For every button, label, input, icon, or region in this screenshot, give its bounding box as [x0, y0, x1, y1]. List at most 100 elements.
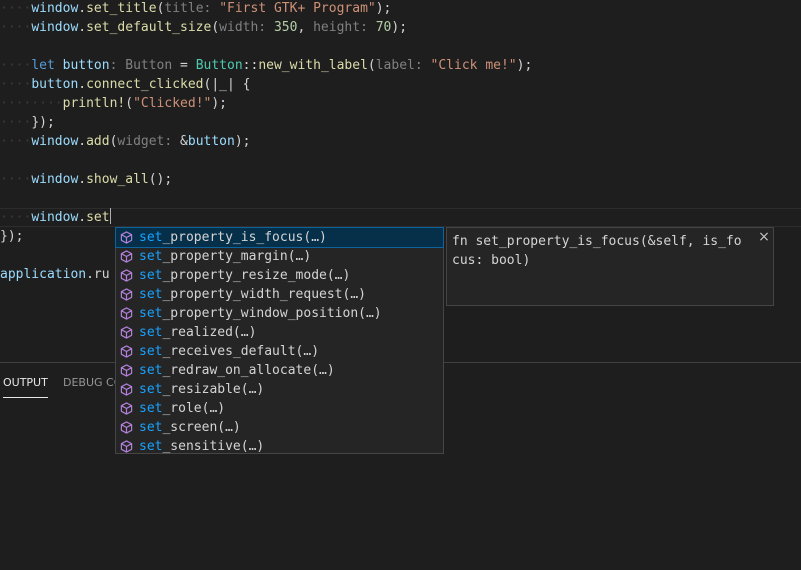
code-line: ····window.add(widget: &button);: [0, 134, 251, 149]
suggestion-match: set: [139, 401, 163, 416]
suggestion-label: set_resizable(…): [139, 380, 264, 399]
code-token: window: [31, 172, 79, 187]
code-token: .: [78, 77, 87, 92]
close-icon[interactable]: ×: [757, 228, 771, 246]
code-line: ········println!("Clicked!");: [0, 96, 228, 111]
suggestion-item[interactable]: set_property_window_position(…): [116, 304, 443, 323]
method-cube-icon: [120, 307, 133, 320]
suggestion-label: set_property_is_focus(…): [139, 228, 327, 247]
code-token: });: [0, 229, 24, 244]
code-token: 350: [273, 20, 298, 35]
parameter-hint: widget:: [117, 134, 181, 149]
suggestion-match: set: [139, 363, 163, 378]
suggestion-match: set: [139, 344, 163, 359]
code-token: button: [31, 77, 79, 92]
suggestion-match: set: [139, 439, 163, 454]
suggestion-item[interactable]: set_property_margin(…): [116, 247, 443, 266]
tab-output[interactable]: OUTPUT: [3, 373, 48, 398]
suggestion-rest: _property_window_position(…): [162, 306, 382, 321]
code-line: ····window.show_all();: [0, 172, 173, 187]
suggestion-details: fn set_property_is_focus(&self, is_focus…: [446, 227, 774, 306]
code-token: .: [78, 172, 87, 187]
code-token: "First GTK+ Program": [219, 1, 376, 16]
code-token: .: [78, 20, 87, 35]
method-cube-icon: [120, 364, 133, 377]
code-line: ····button.connect_clicked(|_| {: [0, 77, 251, 92]
method-cube-icon: [120, 345, 133, 358]
code-token: .ru: [86, 267, 110, 282]
suggestion-item[interactable]: set_resizable(…): [116, 380, 443, 399]
code-token: let: [31, 58, 55, 73]
method-cube-icon: [120, 231, 133, 244]
suggestion-rest: _screen(…): [162, 420, 241, 435]
method-cube-icon: [120, 440, 133, 453]
method-cube-icon: [120, 269, 133, 282]
code-token: .: [78, 134, 87, 149]
method-cube-icon: [120, 288, 133, 301]
code-token: );: [211, 96, 228, 111]
code-token: (|_| {: [203, 77, 251, 92]
code-line: ····window.set_default_size(width: 350, …: [0, 20, 408, 35]
suggestion-match: set: [139, 420, 163, 435]
suggestion-item[interactable]: set_receives_default(…): [116, 342, 443, 361]
text-cursor: [109, 208, 111, 224]
autocomplete-list[interactable]: set_property_is_focus(…) set_property_mar…: [115, 227, 444, 454]
suggestion-item[interactable]: set_realized(…): [116, 323, 443, 342]
code-token: application: [0, 267, 87, 282]
suggestion-item[interactable]: set_property_resize_mode(…): [116, 266, 443, 285]
code-token: );: [375, 1, 392, 16]
suggestion-match: set: [139, 249, 163, 264]
code-line: ····});: [0, 115, 55, 130]
suggestion-item[interactable]: set_property_is_focus(…): [115, 227, 444, 248]
code-token: add: [86, 134, 110, 149]
code-token: show_all: [86, 172, 149, 187]
method-cube-icon: [120, 421, 133, 434]
suggestion-label: set_redraw_on_allocate(…): [139, 361, 335, 380]
suggestion-label: set_realized(…): [139, 323, 256, 342]
code-token: "Clicked!": [133, 96, 212, 111]
suggestion-label: set_screen(…): [139, 418, 241, 437]
suggestion-label: set_receives_default(…): [139, 342, 319, 361]
suggestion-rest: _sensitive(…): [162, 439, 265, 454]
code-token: connect_clicked: [86, 77, 204, 92]
code-line-current: ····window.set: [0, 208, 111, 225]
code-token: );: [391, 20, 408, 35]
code-token: .: [78, 210, 87, 225]
tab-debug-console[interactable]: DEBUG CO: [63, 373, 122, 397]
suggestion-match: set: [139, 287, 163, 302]
suggestion-rest: _resizable(…): [162, 382, 265, 397]
code-token: set_title: [86, 1, 157, 16]
method-cube-icon: [120, 383, 133, 396]
suggestion-label: set_role(…): [139, 399, 225, 418]
suggestion-item[interactable]: set_role(…): [116, 399, 443, 418]
code-line: });: [0, 227, 23, 246]
suggestion-item[interactable]: set_property_width_request(…): [116, 285, 443, 304]
code-token: .: [78, 1, 87, 16]
code-token: ::: [242, 58, 259, 73]
code-token: );: [516, 58, 533, 73]
suggestion-item[interactable]: set_screen(…): [116, 418, 443, 437]
current-line-highlight: [0, 208, 801, 227]
code-token: =: [172, 58, 196, 73]
suggestion-item[interactable]: set_redraw_on_allocate(…): [116, 361, 443, 380]
suggestion-rest: _receives_default(…): [162, 344, 320, 359]
code-token: button: [187, 134, 235, 149]
suggestion-label: set_sensitive(…): [139, 437, 264, 456]
suggestion-label: set_property_window_position(…): [139, 304, 382, 323]
suggestion-rest: _property_resize_mode(…): [162, 268, 351, 283]
suggestion-rest: _role(…): [162, 401, 226, 416]
code-token: Button: [195, 58, 243, 73]
suggestion-rest: _property_width_request(…): [162, 287, 366, 302]
suggestion-rest: _realized(…): [162, 325, 257, 340]
suggestion-match: set: [139, 325, 163, 340]
code-token: 70: [375, 20, 392, 35]
suggestion-item[interactable]: set_sensitive(…): [116, 437, 443, 456]
code-token: (: [211, 20, 220, 35]
method-cube-icon: [120, 326, 133, 339]
suggestion-match: set: [139, 382, 163, 397]
code-token: ();: [148, 172, 173, 187]
method-cube-icon: [120, 250, 133, 263]
parameter-hint: width:: [219, 20, 274, 35]
code-token: "Click me!": [430, 58, 517, 73]
code-token: window: [31, 210, 79, 225]
